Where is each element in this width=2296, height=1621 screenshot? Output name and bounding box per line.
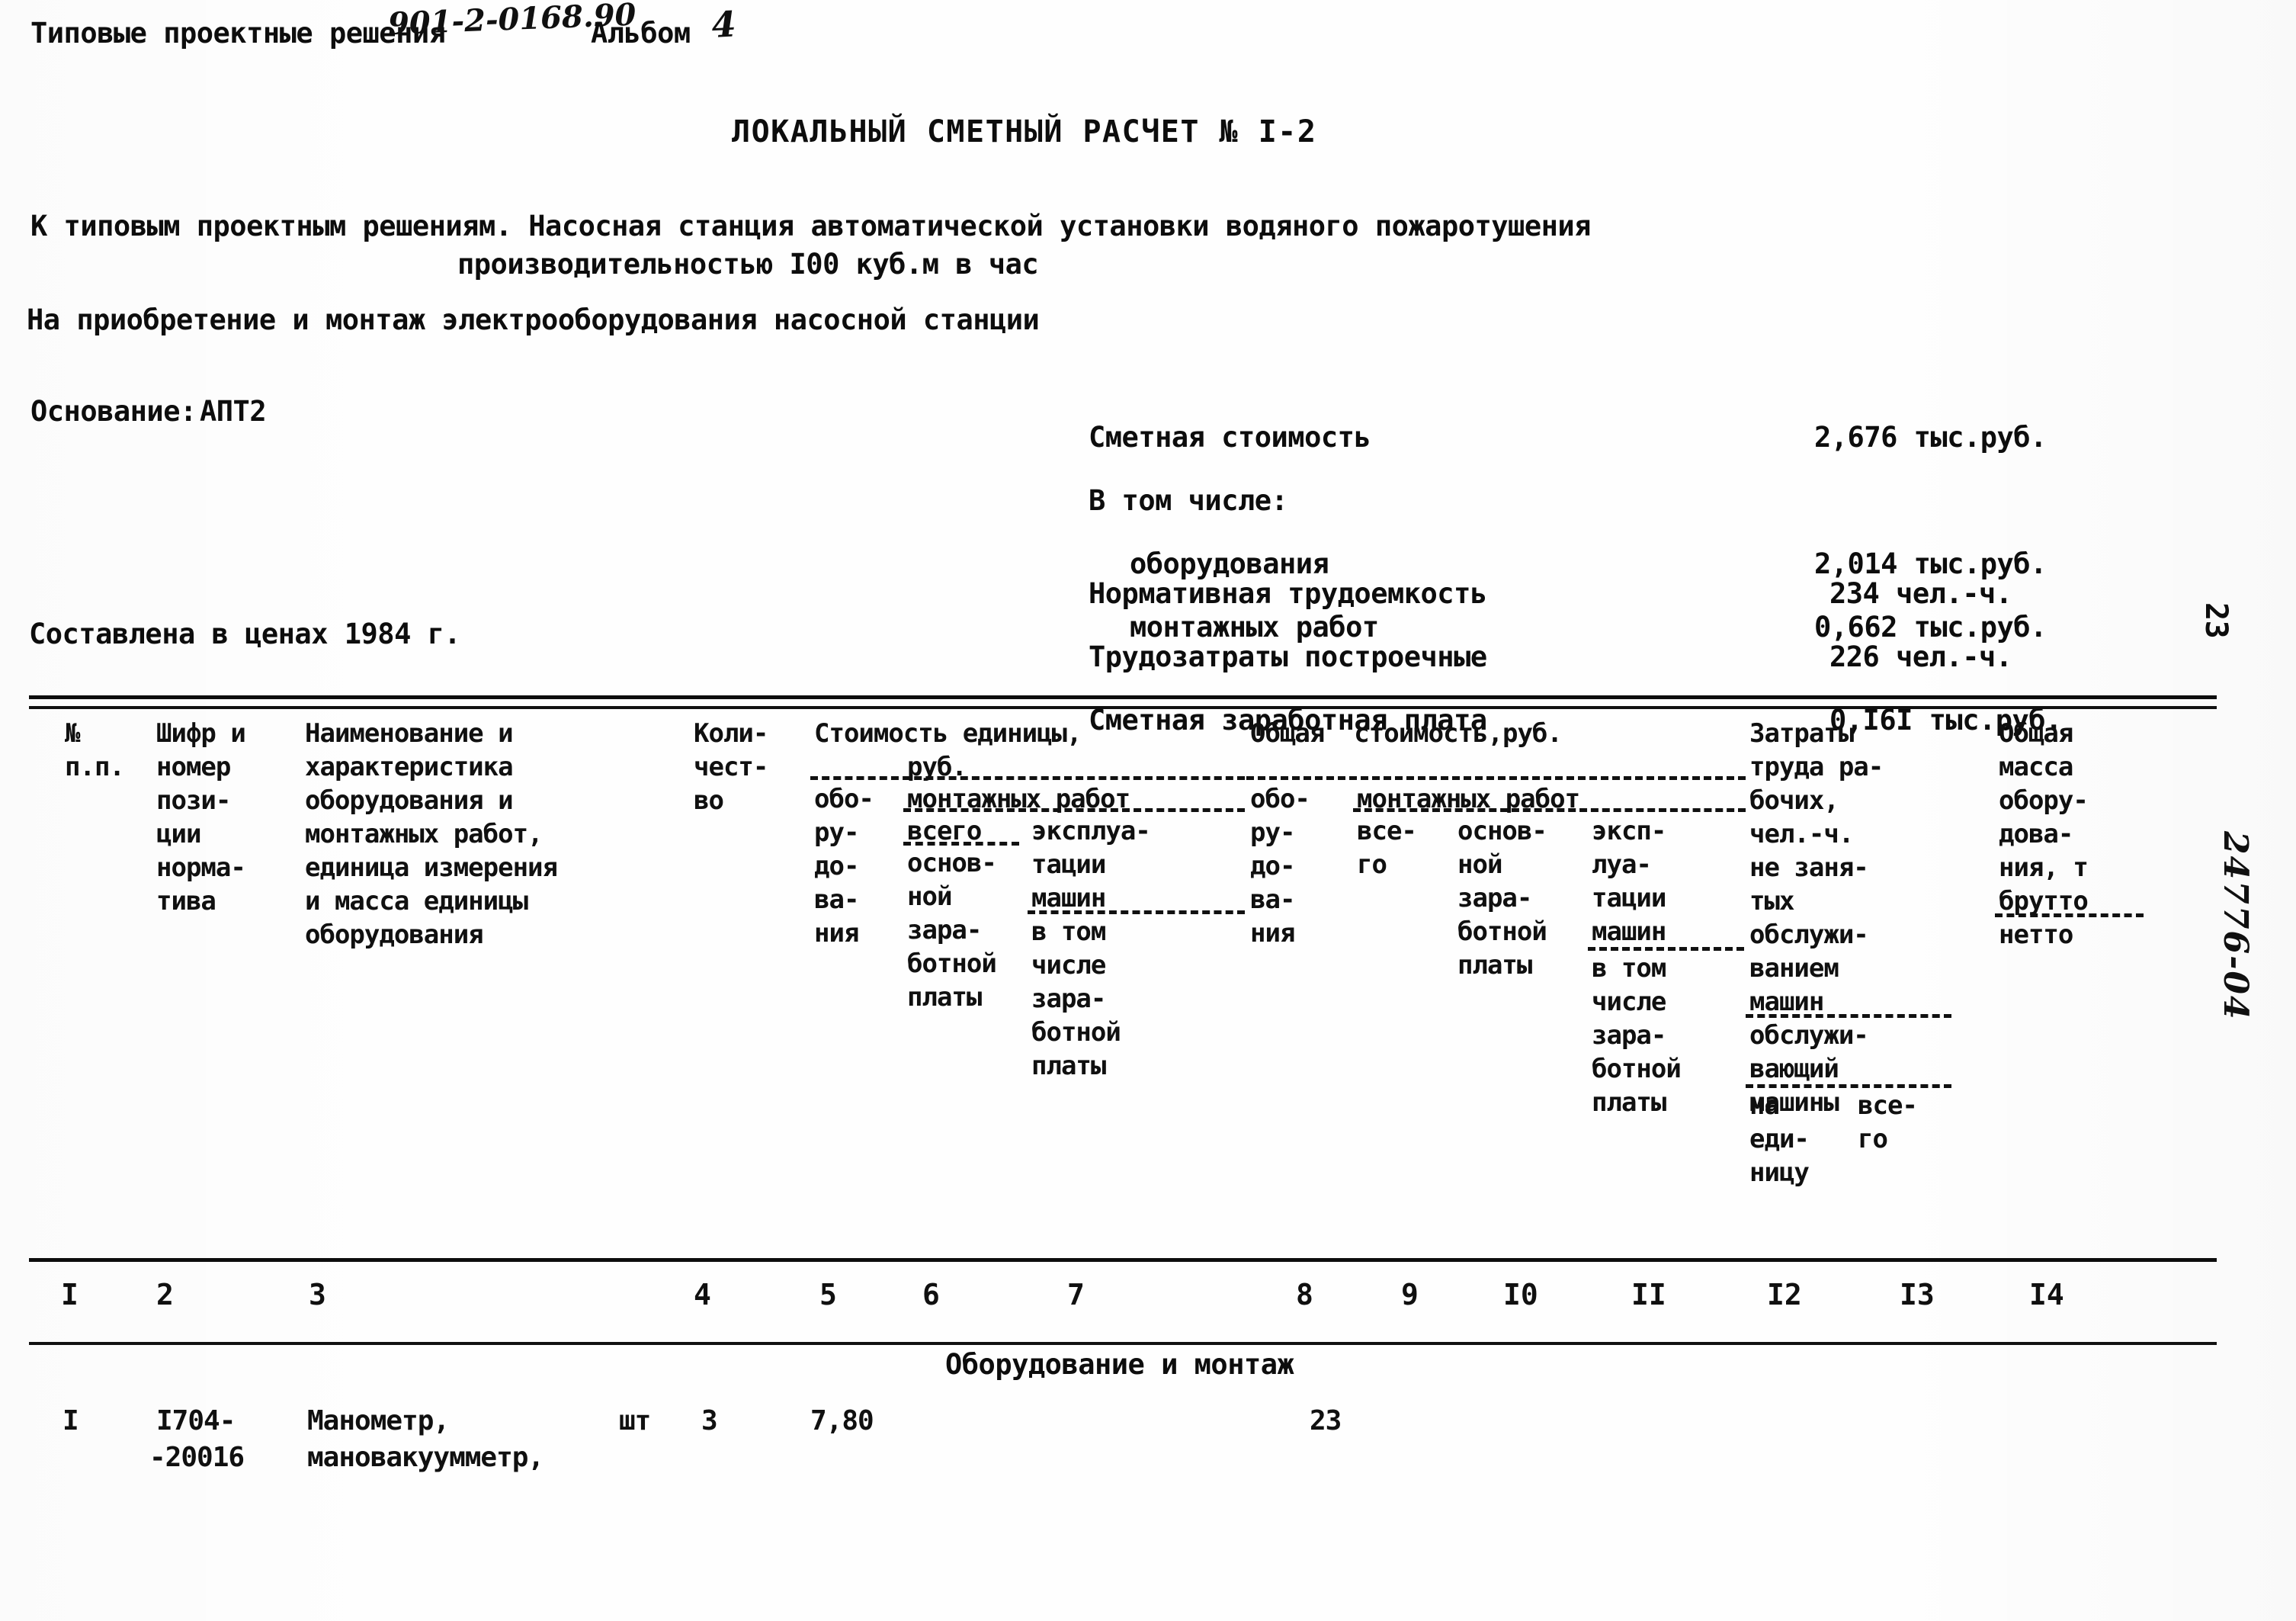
- th-col-8: обо- ру- до- ва- ния: [1250, 784, 1310, 949]
- colnum-6: 6: [922, 1278, 940, 1311]
- th-rule-col-12a: [1746, 1014, 1951, 1018]
- th-col-7-sub: в том числе зара- ботной платы: [1031, 916, 1121, 1081]
- cell-code-line-1: I704-: [156, 1405, 236, 1436]
- th-col-11-sub: в том числе зара- ботной платы: [1592, 953, 1682, 1118]
- th-col-1: № п.п.: [65, 718, 125, 782]
- th-col-12: Затраты труда ра- бочих, чел.-ч. не заня…: [1749, 718, 1884, 1017]
- th-col-6-sub: основ- ной зара- ботной платы: [907, 848, 997, 1013]
- th-col-9: все- го: [1357, 816, 1417, 880]
- th-group-total-cost: Общая стоимость,руб.: [1250, 718, 1563, 749]
- th-col-4: Коли- чест- во: [694, 718, 768, 816]
- th-col-14-sub: нетто: [1999, 920, 2073, 950]
- cell-unit: шт: [619, 1405, 651, 1436]
- th-col-5: обо- ру- до- ва- ния: [814, 784, 874, 949]
- colnum-11: II: [1631, 1278, 1666, 1311]
- th-rule-col-12b: [1746, 1084, 1951, 1088]
- th-group-unit-cost: Стоимость единицы,: [814, 718, 1082, 749]
- colnum-12: I2: [1767, 1278, 1802, 1311]
- colnum-14: I4: [2029, 1278, 2064, 1311]
- th-rule-unit-cost: [810, 776, 1245, 780]
- th-col-2: Шифр и номер пози- ции норма- тива: [156, 718, 246, 916]
- th-col-12-unit: на еди- ницу: [1749, 1090, 1810, 1188]
- th-rule-install-2: [1353, 808, 1746, 812]
- colnum-2: 2: [156, 1278, 174, 1311]
- document-page: Типовые проектные решения 901-2-0168.90 …: [0, 0, 2296, 1621]
- colnum-13: I3: [1900, 1278, 1935, 1311]
- colnum-10: I0: [1503, 1278, 1538, 1311]
- th-rule-col-14: [1995, 913, 2144, 917]
- cell-row-number: I: [63, 1405, 79, 1436]
- th-col-14: Общая масса обору- дова- ния, т брутто: [1999, 718, 2089, 916]
- colnum-3: 3: [309, 1278, 326, 1311]
- section-title: Оборудование и монтаж: [945, 1348, 1294, 1381]
- cell-unit-equip-cost: 7,80: [810, 1405, 874, 1436]
- cell-code-line-2: -20016: [149, 1442, 245, 1473]
- th-rule-col-7: [1028, 910, 1245, 914]
- colnum-8: 8: [1296, 1278, 1313, 1311]
- colnum-1: I: [61, 1278, 79, 1311]
- th-col-7: эксплуа- тации машин: [1031, 816, 1151, 913]
- th-rule-total-cost: [1246, 776, 1746, 780]
- th-col-11: эксп- луа- тации машин: [1592, 816, 1666, 947]
- cell-name-line-2: мановакуумметр,: [307, 1442, 544, 1473]
- colnum-7: 7: [1067, 1278, 1085, 1311]
- colnum-5: 5: [819, 1278, 837, 1311]
- th-col-3: Наименование и характеристика оборудован…: [305, 718, 558, 950]
- th-rule-col-11: [1588, 947, 1744, 951]
- colnum-4: 4: [694, 1278, 711, 1311]
- th-col-13: все- го: [1858, 1090, 1918, 1154]
- cell-name-line-1: Манометр,: [307, 1405, 450, 1436]
- th-rule-col-6: [903, 842, 1019, 846]
- cell-total-equip-cost: 23: [1310, 1405, 1342, 1436]
- cell-quantity: 3: [701, 1405, 718, 1436]
- th-col-10: основ- ной зара- ботной платы: [1457, 816, 1547, 981]
- th-rule-install-1: [903, 808, 1245, 812]
- colnum-9: 9: [1401, 1278, 1419, 1311]
